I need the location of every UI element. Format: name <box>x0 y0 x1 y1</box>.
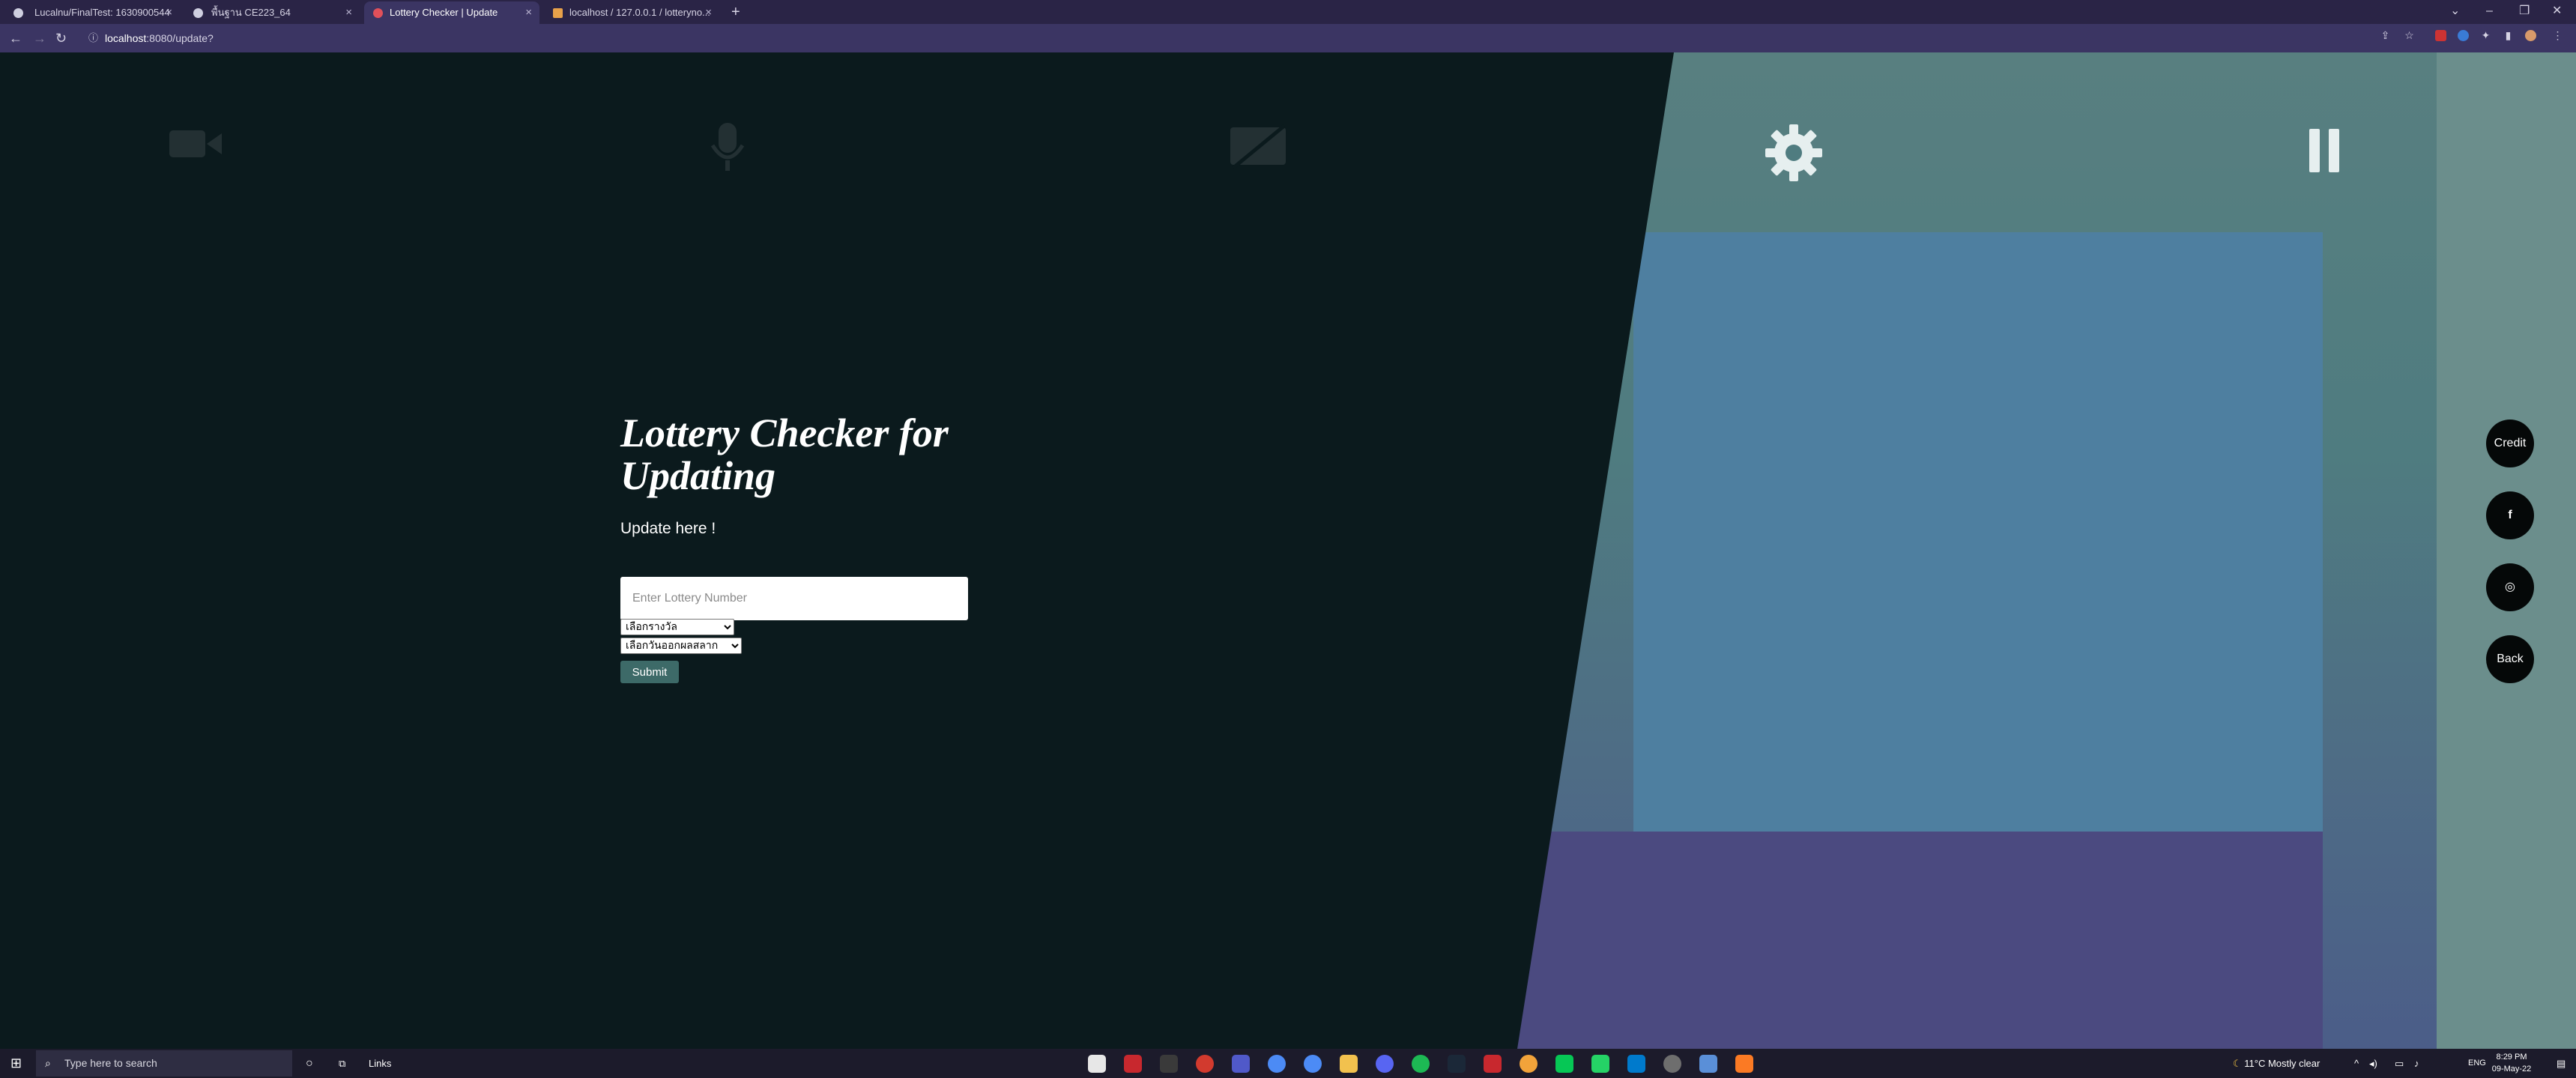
line-icon[interactable] <box>1555 1055 1573 1073</box>
notification-icon[interactable]: ▤ <box>2557 1049 2566 1078</box>
whatsapp-icon[interactable] <box>1591 1055 1609 1073</box>
background-banner <box>1499 832 2323 1049</box>
tab-search-icon[interactable]: ⌄ <box>2450 0 2460 24</box>
app-icon[interactable] <box>1124 1055 1142 1073</box>
moon-icon: ☾ <box>2233 1058 2242 1069</box>
close-tab-icon[interactable]: × <box>166 1 172 24</box>
tab-title: localhost / 127.0.0.1 / lotteryno... <box>569 7 710 18</box>
app-icon[interactable] <box>1484 1055 1502 1073</box>
system-clock[interactable]: 8:29 PM 09-May-22 <box>2489 1051 2534 1075</box>
forward-arrow-icon[interactable]: → <box>33 24 46 52</box>
extensions-puzzle-icon[interactable]: ✦ <box>2480 30 2491 41</box>
prize-select[interactable]: เลือกรางวัล <box>620 619 734 635</box>
volume-icon[interactable]: ◂) <box>2369 1049 2377 1078</box>
facebook-icon[interactable]: f <box>2486 491 2534 539</box>
app-icon[interactable] <box>1699 1055 1717 1073</box>
teams-icon[interactable] <box>1232 1055 1250 1073</box>
close-tab-icon[interactable]: × <box>345 1 352 24</box>
screen-share-off-icon <box>1230 124 1286 169</box>
tab-lottery-update[interactable]: Lottery Checker | Update × <box>364 1 539 24</box>
cortana-icon[interactable]: ○ <box>306 1049 313 1078</box>
background-stage-image <box>1633 232 2323 832</box>
instagram-icon[interactable]: ◎ <box>2486 563 2534 611</box>
xampp-icon[interactable] <box>1735 1055 1753 1073</box>
task-view-icon[interactable]: ⧉ <box>339 1049 345 1078</box>
bookmark-star-icon[interactable]: ☆ <box>2404 30 2415 41</box>
discord-icon[interactable] <box>1376 1055 1394 1073</box>
page-title: Lottery Checker for Updating <box>620 411 949 498</box>
back-button[interactable]: Back <box>2486 635 2534 683</box>
windows-taskbar: ⊞ ⌕ Type here to search ○ ⧉ Links ☾ 11°C… <box>0 1049 2576 1078</box>
site-info-icon[interactable]: ⓘ <box>88 27 98 49</box>
minimize-button[interactable]: – <box>2486 0 2493 24</box>
tab-title: พื้นฐาน CE223_64 <box>211 7 291 18</box>
network-icon[interactable]: ▭ <box>2395 1049 2404 1078</box>
app-icon[interactable] <box>1088 1055 1106 1073</box>
side-panel-icon[interactable]: ▮ <box>2503 30 2514 41</box>
browser-toolbar: ← → ↻ ⓘ localhost:8080/update? ⇪ ☆ ✦ ▮ ⋮ <box>0 24 2576 52</box>
pause-icon <box>2309 129 2339 172</box>
settings-icon[interactable] <box>1663 1055 1681 1073</box>
weather-text: 11°C Mostly clear <box>2244 1058 2320 1069</box>
tab-github[interactable]: Lucalnu/FinalTest: 1630900544 × <box>4 1 180 24</box>
clock-date: 09-May-22 <box>2491 1065 2532 1074</box>
tab-strip: Lucalnu/FinalTest: 1630900544 × พื้นฐาน … <box>0 0 2576 24</box>
spotify-icon[interactable] <box>1412 1055 1430 1073</box>
tab-course[interactable]: พื้นฐาน CE223_64 × <box>184 1 360 24</box>
profile-avatar[interactable] <box>2525 30 2536 41</box>
links-toolbar[interactable]: Links <box>369 1049 391 1078</box>
tab-phpmyadmin[interactable]: localhost / 127.0.0.1 / lotteryno... × <box>544 1 719 24</box>
page-viewport: Lottery Checker for Updating Update here… <box>0 52 2576 1049</box>
new-tab-button[interactable]: + <box>731 0 740 24</box>
settings-icon <box>1765 124 1822 181</box>
url-text: localhost:8080/update? <box>105 32 214 44</box>
chrome-icon[interactable] <box>1268 1055 1286 1073</box>
taskbar-search[interactable]: ⌕ Type here to search <box>36 1050 292 1077</box>
close-tab-icon[interactable]: × <box>705 1 712 24</box>
close-tab-icon[interactable]: × <box>525 1 532 24</box>
page-subtitle: Update here ! <box>620 520 716 537</box>
weather-widget[interactable]: ☾ 11°C Mostly clear <box>2233 1049 2320 1078</box>
chrome-icon[interactable] <box>1304 1055 1322 1073</box>
microphone-tray-icon[interactable]: ♪ <box>2414 1049 2419 1078</box>
windows-start-icon[interactable]: ⊞ <box>10 1049 22 1078</box>
background-side-strip <box>2437 52 2576 1049</box>
phpmyadmin-icon <box>553 8 563 18</box>
extension-icon[interactable] <box>2435 30 2446 41</box>
app-icon[interactable] <box>1160 1055 1178 1073</box>
vscode-icon[interactable] <box>1627 1055 1645 1073</box>
lottery-number-input[interactable] <box>620 577 968 620</box>
reload-icon[interactable]: ↻ <box>55 24 67 52</box>
extension-icon[interactable] <box>2458 30 2469 41</box>
steam-icon[interactable] <box>1448 1055 1466 1073</box>
tray-chevron-icon[interactable]: ^ <box>2354 1049 2359 1078</box>
search-icon: ⌕ <box>45 1057 51 1069</box>
language-indicator[interactable]: ENG <box>2468 1049 2486 1078</box>
globe-icon <box>193 8 203 18</box>
credit-button[interactable]: Credit <box>2486 420 2534 467</box>
back-arrow-icon[interactable]: ← <box>9 24 22 52</box>
maximize-button[interactable]: ❐ <box>2519 0 2530 24</box>
tab-title: Lucalnu/FinalTest: 1630900544 <box>34 7 170 18</box>
camera-icon <box>169 130 222 157</box>
address-bar[interactable]: ⓘ localhost:8080/update? <box>82 27 2405 49</box>
file-explorer-icon[interactable] <box>1340 1055 1358 1073</box>
app-icon[interactable] <box>1520 1055 1538 1073</box>
clock-time: 8:29 PM <box>2496 1053 2527 1062</box>
browser-menu-icon[interactable]: ⋮ <box>2552 30 2563 41</box>
draw-date-select[interactable]: เลือกวันออกผลสลาก <box>620 638 742 654</box>
close-window-button[interactable]: ✕ <box>2552 0 2562 24</box>
microphone-icon <box>710 123 745 171</box>
submit-button[interactable]: Submit <box>620 661 679 683</box>
plus-icon: + <box>731 4 740 20</box>
ticket-icon <box>373 8 383 18</box>
app-icon[interactable] <box>1196 1055 1214 1073</box>
search-placeholder: Type here to search <box>64 1057 157 1069</box>
github-icon <box>13 8 23 18</box>
share-icon[interactable]: ⇪ <box>2380 30 2391 41</box>
tab-title: Lottery Checker | Update <box>390 7 498 18</box>
